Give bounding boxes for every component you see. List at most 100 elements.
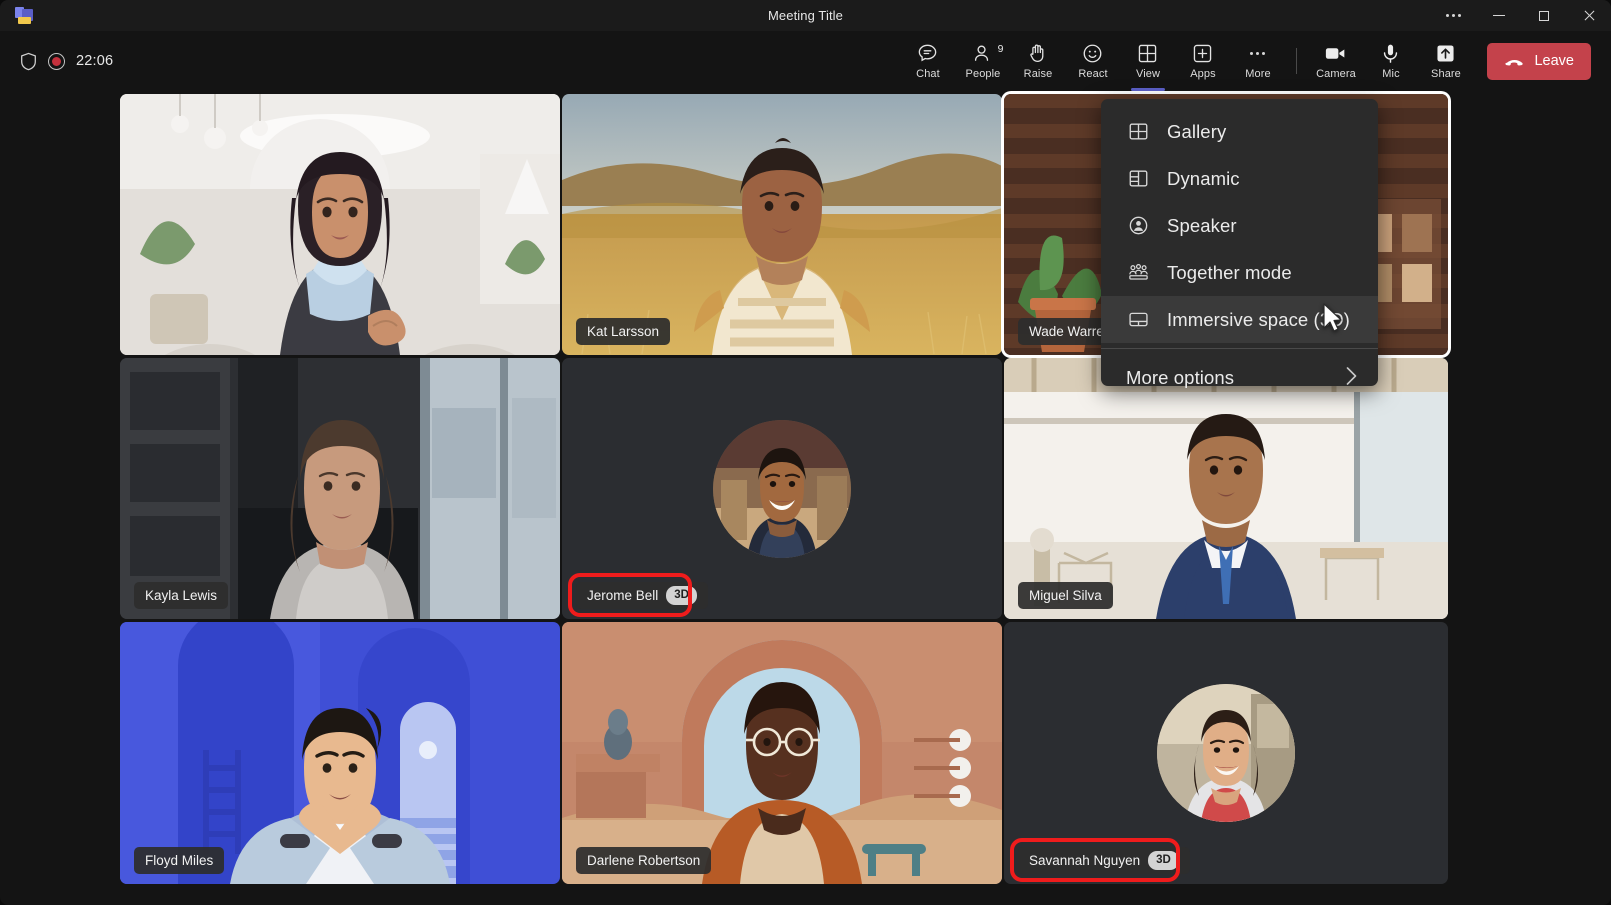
participant-video xyxy=(120,358,560,619)
toolbar-label: More xyxy=(1245,68,1270,80)
menu-item-more-options[interactable]: More options xyxy=(1101,354,1378,401)
view-grid-icon xyxy=(1136,42,1159,64)
maximize-button[interactable] xyxy=(1521,0,1566,31)
menu-item-label: Speaker xyxy=(1167,215,1237,237)
video-tile[interactable]: Jerome Bell 3D xyxy=(562,358,1002,619)
immersive-space-icon xyxy=(1126,308,1150,331)
gallery-grid-icon xyxy=(1126,120,1150,143)
toolbar-label: View xyxy=(1136,68,1160,80)
menu-item-label: Gallery xyxy=(1167,121,1226,143)
toolbar-label: Camera xyxy=(1316,68,1356,80)
view-dropdown-menu: Gallery Dynamic Speaker xyxy=(1101,99,1378,386)
people-icon: 9 xyxy=(971,42,994,64)
meeting-toolbar: 22:06 Chat 9 xyxy=(0,31,1611,91)
together-mode-icon xyxy=(1126,261,1150,284)
video-tile[interactable]: Darlene Robertson xyxy=(562,622,1002,884)
more-horizontal-icon xyxy=(1446,14,1461,17)
toolbar-button-mic[interactable]: Mic xyxy=(1363,34,1418,88)
people-count-badge: 9 xyxy=(998,43,1004,55)
badge-3d: 3D xyxy=(1148,851,1179,869)
badge-3d: 3D xyxy=(666,586,697,604)
toolbar-button-raise[interactable]: Raise xyxy=(1010,34,1065,88)
participant-name-badge: Jerome Bell 3D xyxy=(576,582,708,609)
toolbar-label: Raise xyxy=(1024,68,1053,80)
participant-video xyxy=(120,94,560,355)
menu-item-gallery[interactable]: Gallery xyxy=(1101,108,1378,155)
video-tile[interactable] xyxy=(120,94,560,355)
toolbar-actions: Chat 9 People Raise xyxy=(900,31,1591,91)
toolbar-label: Chat xyxy=(916,68,940,80)
toolbar-label: Share xyxy=(1431,68,1461,80)
leave-button[interactable]: Leave xyxy=(1487,43,1591,80)
toolbar-button-share[interactable]: Share xyxy=(1418,34,1473,88)
toolbar-button-camera[interactable]: Camera xyxy=(1308,34,1363,88)
apps-plus-icon xyxy=(1191,42,1214,64)
participant-name-badge: Miguel Silva xyxy=(1018,582,1113,609)
minimize-icon xyxy=(1493,15,1505,16)
window-more-button[interactable] xyxy=(1431,0,1476,31)
shield-icon xyxy=(20,52,37,71)
title-bar: Meeting Title xyxy=(0,0,1611,31)
toolbar-button-more[interactable]: More xyxy=(1230,34,1285,88)
toolbar-label: Apps xyxy=(1190,68,1215,80)
menu-item-together-mode[interactable]: Together mode xyxy=(1101,249,1378,296)
chat-icon xyxy=(916,42,939,64)
toolbar-label: React xyxy=(1078,68,1107,80)
active-tab-indicator xyxy=(1131,88,1165,91)
menu-item-label: More options xyxy=(1126,367,1234,389)
participant-name: Kat Larsson xyxy=(587,324,659,339)
meeting-timer: 22:06 xyxy=(76,53,113,69)
react-smiley-icon xyxy=(1081,42,1104,64)
menu-item-speaker[interactable]: Speaker xyxy=(1101,202,1378,249)
video-tile[interactable]: Floyd Miles xyxy=(120,622,560,884)
toolbar-divider xyxy=(1296,48,1297,74)
video-tile[interactable]: Kayla Lewis xyxy=(120,358,560,619)
participant-name-badge: Kayla Lewis xyxy=(134,582,228,609)
hangup-phone-icon xyxy=(1504,51,1525,72)
participant-name: Jerome Bell xyxy=(587,588,658,603)
participant-name-badge: Darlene Robertson xyxy=(576,847,711,874)
share-up-arrow-icon xyxy=(1434,42,1457,64)
avatar xyxy=(1157,684,1295,822)
toolbar-label: People xyxy=(966,68,1001,80)
raise-hand-icon xyxy=(1026,42,1049,64)
toolbar-button-view[interactable]: View xyxy=(1120,34,1175,88)
microphone-icon xyxy=(1379,42,1402,64)
participant-name: Miguel Silva xyxy=(1029,588,1102,603)
meeting-status: 22:06 xyxy=(20,31,113,91)
camera-icon xyxy=(1323,42,1348,64)
toolbar-button-react[interactable]: React xyxy=(1065,34,1120,88)
page-title: Meeting Title xyxy=(0,0,1611,31)
participant-name-badge: Kat Larsson xyxy=(576,318,670,345)
video-tile[interactable]: Savannah Nguyen 3D xyxy=(1004,622,1448,884)
participant-name: Wade Warren xyxy=(1029,324,1111,339)
speaker-person-icon xyxy=(1126,214,1150,237)
maximize-icon xyxy=(1539,11,1549,21)
participant-name: Kayla Lewis xyxy=(145,588,217,603)
leave-button-label: Leave xyxy=(1534,53,1574,69)
close-icon xyxy=(1583,10,1595,22)
participant-video xyxy=(562,94,1002,355)
mouse-cursor xyxy=(1322,303,1344,333)
minimize-button[interactable] xyxy=(1476,0,1521,31)
participant-name: Savannah Nguyen xyxy=(1029,853,1140,868)
dynamic-layout-icon xyxy=(1126,167,1150,190)
toolbar-button-people[interactable]: 9 People xyxy=(955,34,1010,88)
participant-name-badge: Savannah Nguyen 3D xyxy=(1018,847,1190,874)
toolbar-label: Mic xyxy=(1382,68,1399,80)
menu-item-dynamic[interactable]: Dynamic xyxy=(1101,155,1378,202)
toolbar-button-chat[interactable]: Chat xyxy=(900,34,955,88)
close-button[interactable] xyxy=(1566,0,1611,31)
window-controls xyxy=(1431,0,1611,31)
record-dot-icon xyxy=(48,53,65,70)
menu-divider xyxy=(1101,348,1378,349)
teams-meeting-window: Meeting Title 22:06 xyxy=(0,0,1611,905)
participant-video xyxy=(120,622,560,884)
menu-item-label: Dynamic xyxy=(1167,168,1240,190)
more-horizontal-icon xyxy=(1250,42,1265,64)
video-tile[interactable]: Kat Larsson xyxy=(562,94,1002,355)
toolbar-button-apps[interactable]: Apps xyxy=(1175,34,1230,88)
participant-name: Darlene Robertson xyxy=(587,853,700,868)
avatar xyxy=(713,420,851,558)
participant-name-badge: Floyd Miles xyxy=(134,847,224,874)
